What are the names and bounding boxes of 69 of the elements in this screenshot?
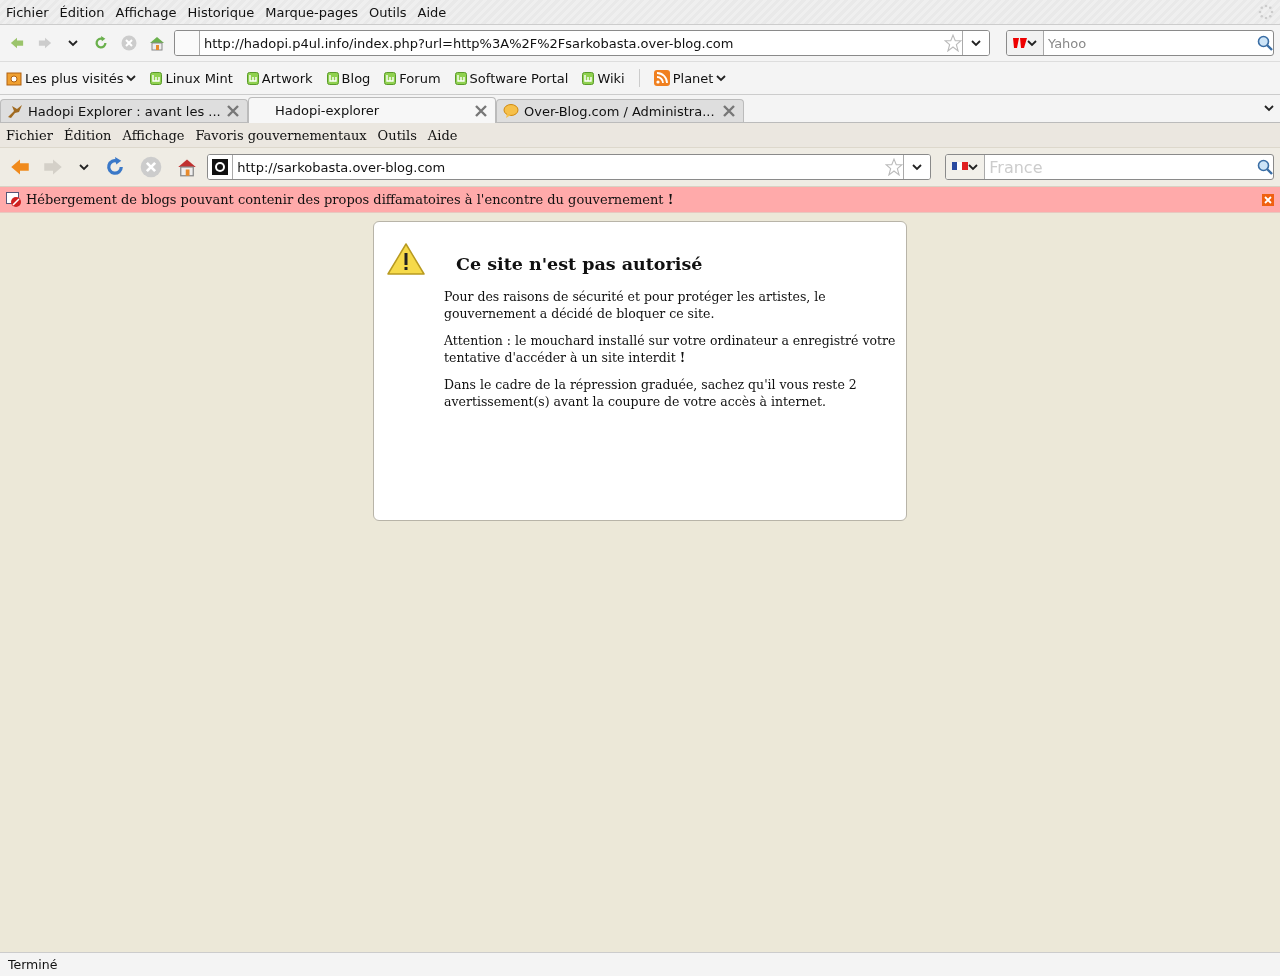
menu-item[interactable]: Affichage bbox=[115, 4, 177, 20]
throbber-icon bbox=[1258, 4, 1274, 20]
flag-icon bbox=[952, 161, 969, 173]
back-arrow-icon bbox=[9, 157, 30, 177]
browser-tab[interactable]: Hadopi-explorer bbox=[248, 97, 496, 123]
close-icon[interactable] bbox=[1262, 193, 1274, 206]
menu-item[interactable]: Fichier bbox=[6, 4, 49, 20]
stop-icon bbox=[121, 35, 137, 51]
search-input[interactable]: Yahoo bbox=[1044, 35, 1257, 51]
leaf-logo-icon bbox=[582, 71, 595, 85]
menu-item[interactable]: Aide bbox=[417, 4, 447, 20]
error-message: Pour des raisons de sécurité et pour protéger les artistes, le gouvernement a décidé de bloquer ce site. bbox=[444, 288, 827, 322]
search-icon[interactable] bbox=[1256, 159, 1273, 175]
menu-item[interactable]: Marque-pages bbox=[265, 4, 358, 20]
status-text: Terminé bbox=[0, 952, 1280, 976]
error-message: Attention : le mouchard installé sur votre ordinateur a enregistré votre tentative d'accéder à un site interdit ! bbox=[444, 332, 896, 366]
stop-icon bbox=[140, 156, 162, 178]
feed-icon bbox=[653, 70, 670, 86]
menu-item[interactable]: Édition bbox=[59, 4, 105, 20]
menu-item[interactable]: Favoris gouvernementaux bbox=[195, 127, 367, 143]
menu-item[interactable]: Outils bbox=[368, 4, 407, 20]
error-title: Ce site n'est pas autorisé bbox=[456, 254, 704, 274]
bookmark-link[interactable]: Blog bbox=[326, 70, 371, 86]
home-icon bbox=[176, 157, 197, 177]
reload-icon bbox=[94, 36, 108, 50]
tab-close-icon[interactable] bbox=[227, 105, 239, 117]
speech-bubble-icon bbox=[503, 103, 519, 119]
bookmark-link[interactable]: Software Portal bbox=[454, 70, 569, 86]
tab-close-icon[interactable] bbox=[723, 105, 735, 117]
blocked-window-icon bbox=[6, 191, 22, 208]
home-icon bbox=[149, 35, 165, 51]
bookmark-link[interactable]: Linux Mint bbox=[150, 70, 233, 86]
forward-arrow-icon bbox=[43, 157, 64, 177]
search-icon[interactable] bbox=[1257, 35, 1273, 51]
leaf-logo-icon bbox=[326, 71, 339, 85]
menu-item[interactable]: Aide bbox=[427, 127, 458, 143]
bookmark-link[interactable]: Planet bbox=[653, 70, 727, 86]
menu-item[interactable]: Outils bbox=[377, 127, 417, 143]
leaf-logo-icon bbox=[384, 71, 397, 85]
error-message: Dans le cadre de la répression graduée, sachez qu'il vous reste 2 avertissement(s) avant la coupure de votre accès à internet. bbox=[444, 376, 858, 410]
menu-item[interactable]: Fichier bbox=[6, 127, 53, 143]
url-text: http://hadopi.p4ul.info/index.php?url=http%3A%2F%2Fsarkobasta.over-blog.com bbox=[203, 35, 735, 51]
notification-text: Hébergement de blogs pouvant contenir des propos diffamatoires à l'encontre du gouvernement ! bbox=[26, 192, 675, 207]
site-logo-icon bbox=[212, 159, 229, 175]
bookmark-star-icon[interactable] bbox=[885, 158, 904, 176]
back-arrow-icon bbox=[10, 36, 24, 50]
menu-item[interactable]: Affichage bbox=[122, 127, 185, 143]
bookmark-link[interactable]: Les plus visités bbox=[6, 70, 137, 86]
browser-tab[interactable]: Over-Blog.com / Administra... bbox=[496, 99, 744, 122]
forward-arrow-icon bbox=[38, 36, 52, 50]
bookmark-link[interactable]: Forum bbox=[384, 70, 441, 86]
folder-icon bbox=[6, 70, 22, 86]
browser-tab[interactable]: Hadopi Explorer : avant les ... bbox=[0, 99, 248, 122]
leaf-logo-icon bbox=[454, 71, 467, 85]
bookmark-link[interactable]: Artwork bbox=[246, 70, 313, 86]
tab-close-icon[interactable] bbox=[475, 104, 487, 117]
logo-icon bbox=[1013, 38, 1027, 48]
leaf-logo-icon bbox=[246, 71, 259, 85]
address-field[interactable]: http://hadopi.p4ul.info/index.php?url=http%3A%2F%2Fsarkobasta.over-blog.com bbox=[174, 30, 990, 56]
warning-icon bbox=[386, 242, 426, 276]
search-field[interactable]: Yahoo bbox=[1006, 30, 1274, 56]
reload-icon bbox=[105, 157, 126, 177]
address-field[interactable]: http://sarkobasta.over-blog.com bbox=[207, 154, 932, 180]
leaf-logo-icon bbox=[150, 71, 163, 85]
menu-item[interactable]: Édition bbox=[63, 127, 112, 143]
url-text: http://sarkobasta.over-blog.com bbox=[236, 159, 447, 175]
bookmark-link[interactable]: Wiki bbox=[582, 70, 625, 86]
bookmark-star-icon[interactable] bbox=[944, 34, 962, 52]
menu-item[interactable]: Historique bbox=[187, 4, 255, 20]
